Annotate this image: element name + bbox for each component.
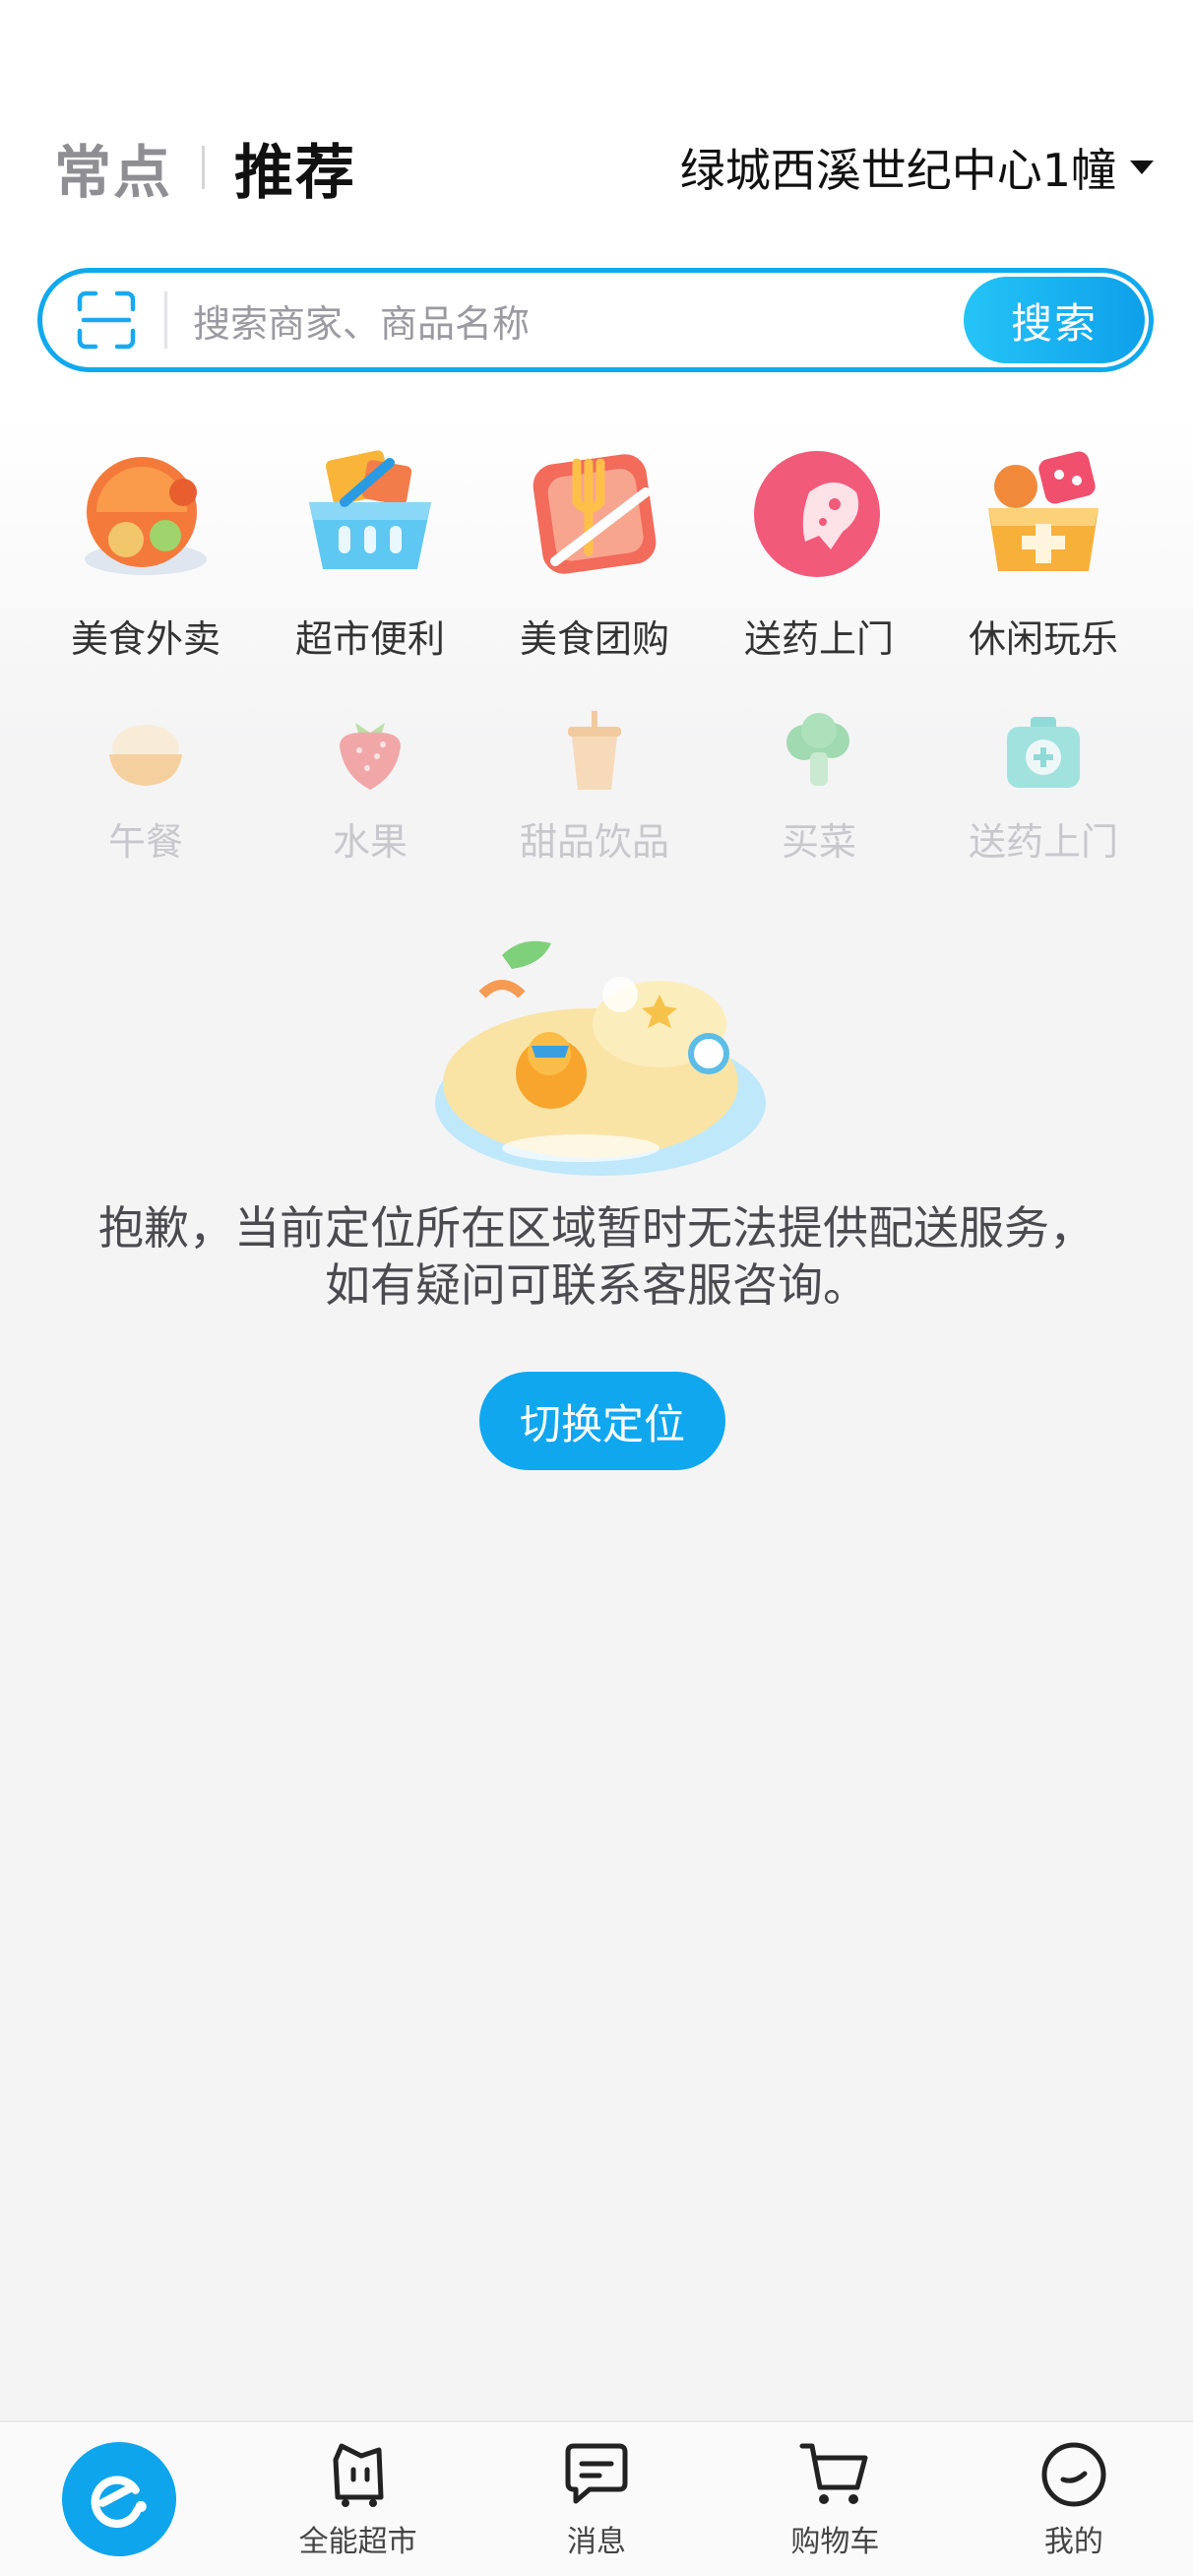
broccoli-icon [786,713,849,786]
search-bar[interactable]: 搜索商家、商品名称 搜索 [37,268,1154,372]
search-button[interactable]: 搜索 [964,277,1145,363]
empty-state-message: 抱歉，当前定位所在区域暂时无法提供配送服务，如有疑问可联系客服咨询。 [98,1201,1095,1312]
switch-location-button[interactable]: 切换定位 [479,1372,725,1470]
subcategory-label: 水果 [332,820,408,864]
rice-bowl-icon [109,725,182,786]
subcategory-medicine[interactable]: 送药上门 [931,707,1156,866]
nav-cart[interactable]: 购物车 [716,2422,954,2576]
category-supermarket[interactable]: 超市便利 [258,433,482,663]
profile-icon [1041,2442,1106,2507]
nav-profile[interactable]: 我的 [955,2422,1193,2576]
search-divider [164,291,167,349]
message-icon [565,2443,628,2504]
subcategory-lunch[interactable]: 午餐 [33,707,258,866]
cart-icon [799,2443,868,2504]
food-delivery-icon [85,457,207,575]
subcategory-fruit[interactable]: 水果 [258,707,482,866]
leisure-icon [988,451,1099,571]
subcategory-label: 甜品饮品 [519,820,669,864]
category-label: 送药上门 [743,617,894,661]
bottom-nav: 全能超市 消息 购物车 我的 [0,2420,1193,2576]
group-buy-icon [533,454,657,574]
home-page: 常点 推荐 绿城西溪世纪中心1幢 搜索商家、商品名称 搜索 美食外卖 超市便利 … [0,0,1193,2576]
medicine-delivery-icon [754,451,880,577]
subcategory-groceries[interactable]: 买菜 [707,707,931,866]
nav-label: 消息 [567,2525,627,2559]
category-food-delivery[interactable]: 美食外卖 [33,433,258,663]
nav-messages[interactable]: 消息 [477,2422,716,2576]
scan-icon[interactable] [74,288,139,353]
location-selector[interactable]: 绿城西溪世纪中心1幢 [680,135,1154,200]
category-group-buy[interactable]: 美食团购 [482,433,707,663]
nav-label: 我的 [1043,2525,1103,2559]
caret-down-icon [1130,161,1154,174]
strawberry-icon [340,723,401,790]
nav-home[interactable] [0,2422,238,2576]
nav-supermarket[interactable]: 全能超市 [238,2422,476,2576]
search-input[interactable]: 搜索商家、商品名称 [193,293,964,348]
category-medicine[interactable]: 送药上门 [707,433,931,663]
nav-label: 全能超市 [298,2525,417,2559]
header: 常点 推荐 绿城西溪世纪中心1幢 [54,126,1154,209]
subcategory-label: 午餐 [107,820,183,864]
supermarket-basket-icon [309,450,431,569]
category-leisure[interactable]: 休闲玩乐 [931,433,1156,663]
category-label: 美食团购 [519,617,669,661]
secondary-category-row: 午餐 水果 甜品饮品 买菜 送药上门 [0,707,1193,866]
subcategory-dessert-drinks[interactable]: 甜品饮品 [482,707,707,866]
first-aid-kit-icon [1007,717,1080,788]
bubble-tea-icon [568,711,621,790]
primary-category-row: 美食外卖 超市便利 美食团购 送药上门 休闲玩乐 [0,433,1193,663]
tab-recommend[interactable]: 推荐 [234,125,356,211]
tab-frequent[interactable]: 常点 [54,126,172,209]
nav-label: 购物车 [790,2525,880,2559]
empty-island-illustration [435,940,766,1176]
eleme-logo-icon [62,2442,177,2556]
category-label: 休闲玩乐 [968,617,1118,661]
subcategory-label: 买菜 [781,820,856,864]
tab-divider [202,146,206,189]
location-label: 绿城西溪世纪中心1幢 [679,144,1116,197]
subcategory-label: 送药上门 [968,820,1118,864]
category-label: 美食外卖 [70,617,220,661]
category-label: 超市便利 [294,617,445,661]
shopping-bag-icon [333,2443,384,2507]
